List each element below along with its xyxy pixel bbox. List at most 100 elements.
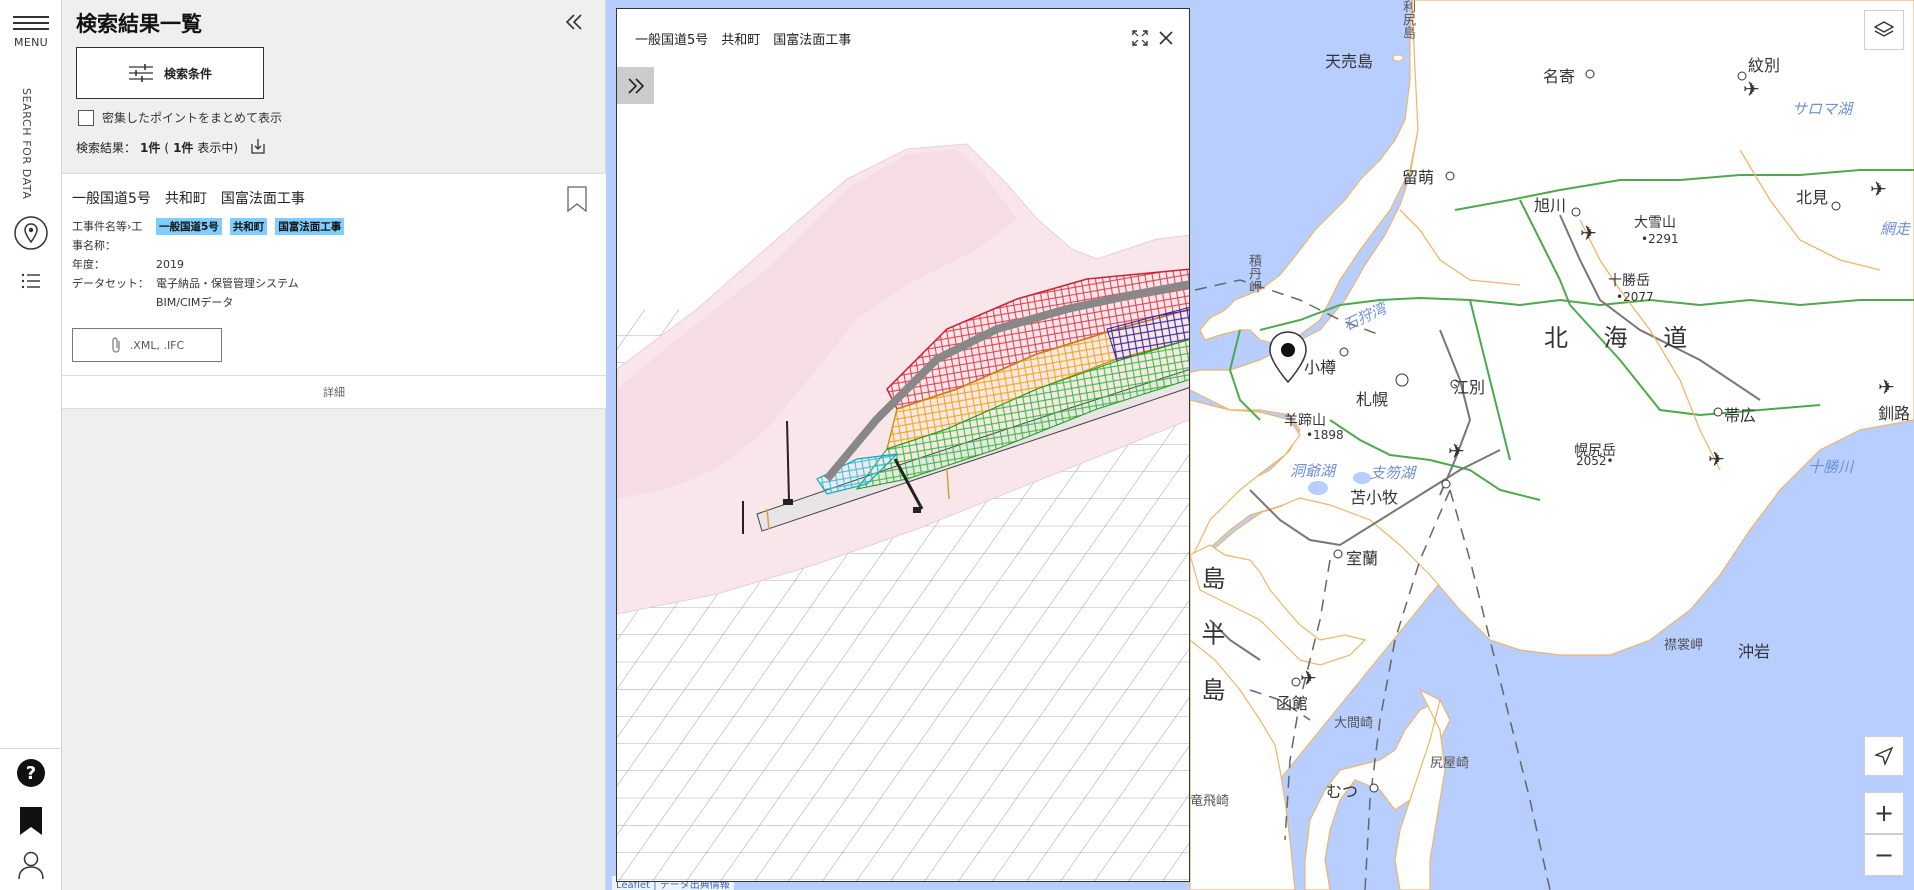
map-label-saroma: サロマ湖: [1792, 100, 1853, 118]
map-label-rishiri: 利尻島: [1400, 0, 1415, 39]
panel-title: 検索結果一覧: [76, 12, 202, 36]
help-button[interactable]: ?: [12, 754, 50, 792]
meta-dataset-row: データセット： 電子納品・保管管理システム: [72, 275, 299, 291]
zoom-in-button[interactable]: +: [1864, 792, 1904, 834]
close-viewer-button[interactable]: [1155, 27, 1177, 49]
meta-year-key: 年度：: [72, 258, 105, 271]
map-label-otaru: 小樽: [1304, 358, 1337, 377]
map-label-kushiro: 釧路: [1878, 404, 1911, 423]
map-label-daisetsu-h: •2291: [1641, 232, 1679, 246]
list-icon: [21, 273, 40, 289]
map-label-rumoi: 留萌: [1402, 168, 1435, 187]
meta-dataset-value-2: BIM/CIMデータ: [156, 296, 234, 309]
viewer-title: 一般国道5号 共和町 国富法面工事: [635, 33, 852, 48]
svg-text:✈: ✈: [1580, 221, 1597, 245]
svg-text:✈: ✈: [1300, 666, 1317, 690]
hamburger-icon: [13, 16, 49, 30]
detail-button[interactable]: 詳細: [62, 375, 606, 409]
svg-text:✈: ✈: [1878, 375, 1895, 399]
layers-icon: [1873, 21, 1895, 37]
result-bookmark-button[interactable]: [566, 186, 588, 216]
download-button[interactable]: [250, 138, 266, 157]
map-label-poroshiri-h: 2052•: [1576, 454, 1614, 468]
map-label-tokachi-r: 十勝川: [1808, 458, 1854, 476]
map-label-oshima: 島 半 島: [1197, 566, 1225, 714]
meta-name-row: 工事件名等›工 一般国道5号 共和町 国富法面工事: [72, 218, 352, 235]
svg-text:✈: ✈: [1448, 439, 1465, 463]
user-icon: [18, 851, 44, 880]
model-3d-canvas[interactable]: [617, 9, 1190, 882]
cluster-checkbox[interactable]: [78, 109, 94, 126]
meta-dataset-row-2: BIM/CIMデータ: [72, 294, 233, 310]
search-results-panel: 検索結果一覧 検索条件 密集したポイントをまとめて表示 検索結果： 1件(1件 表: [62, 0, 606, 890]
download-icon: [251, 139, 265, 154]
zoom-out-button[interactable]: −: [1864, 834, 1904, 876]
cluster-toggle-row: 密集したポイントをまとめて表示: [78, 109, 282, 126]
help-icon: ?: [17, 759, 45, 787]
double-chevron-right-icon: [627, 77, 644, 94]
result-tag: 一般国道5号: [156, 218, 222, 235]
result-count-suffix: 表示中): [197, 141, 239, 155]
navigation-arrow-icon: [1874, 746, 1894, 766]
svg-text:✈: ✈: [1708, 447, 1725, 471]
list-view-button[interactable]: [12, 262, 50, 300]
fullscreen-button[interactable]: [1129, 27, 1151, 49]
map-pin-icon: [14, 216, 48, 250]
result-count-total: 1件: [140, 141, 161, 155]
meta-name-row-cont: 事名称：: [72, 237, 116, 253]
result-count: 検索結果： 1件(1件 表示中): [76, 138, 266, 157]
search-for-data-label: SEARCH FOR DATA: [20, 88, 33, 200]
map-label-teuri: 天売島: [1325, 52, 1374, 71]
result-tag: 国富法面工事: [275, 218, 345, 235]
cluster-label: 密集したポイントをまとめて表示: [102, 111, 283, 125]
menu-button[interactable]: MENU: [8, 12, 54, 52]
bookmarks-button[interactable]: [12, 802, 50, 840]
menu-label: MENU: [14, 36, 48, 49]
search-conditions-button[interactable]: 検索条件: [76, 47, 264, 99]
collapse-panel-button[interactable]: [560, 8, 588, 36]
map-label-kitami: 北見: [1796, 188, 1829, 207]
map-label-abashiri: 網走: [1880, 220, 1911, 238]
search-conditions-label: 検索条件: [163, 66, 212, 81]
file-attachment-button[interactable]: .XML, .IFC: [72, 328, 222, 362]
map-label-okiiwa: 沖岩: [1738, 642, 1771, 661]
account-button[interactable]: [12, 846, 50, 884]
double-chevron-left-icon: [565, 14, 582, 30]
meta-name-key-cont: 事名称：: [72, 239, 116, 252]
map-label-oma: 大間崎: [1334, 716, 1374, 731]
viewer-side-toggle[interactable]: [617, 67, 654, 104]
map-view-button[interactable]: [12, 214, 50, 252]
map-label-muroran: 室蘭: [1346, 549, 1379, 568]
plus-icon: +: [1873, 799, 1895, 827]
sliders-icon: [128, 64, 153, 82]
map-label-sapporo: 札幌: [1356, 390, 1389, 409]
map-label-mutsu: むつ: [1326, 782, 1359, 801]
map-marker-icon: [1269, 331, 1307, 384]
map-label-ebetsu: 江別: [1453, 378, 1486, 397]
map-label-shiriya: 尻屋崎: [1430, 756, 1470, 771]
result-title[interactable]: 一般国道5号 共和町 国富法面工事: [72, 188, 305, 208]
map-label-tomakomai: 苫小牧: [1350, 488, 1399, 507]
minus-icon: −: [1873, 841, 1895, 869]
locate-button[interactable]: [1864, 736, 1904, 776]
close-icon: [1159, 31, 1173, 45]
result-tag: 共和町: [229, 218, 268, 235]
viewer-header: 一般国道5号 共和町 国富法面工事: [617, 9, 1189, 65]
rail-divider: [0, 748, 62, 749]
map-marker[interactable]: [1268, 330, 1308, 390]
result-card[interactable]: 一般国道5号 共和町 国富法面工事 工事件名等›工 一般国道5号 共和町 国富法面工事…: [62, 173, 606, 375]
map-label-hakodate: 函館: [1276, 694, 1309, 713]
meta-dataset-value: 電子納品・保管管理システム: [156, 277, 299, 290]
meta-dataset-key: データセット：: [72, 277, 149, 290]
paperclip-icon: [112, 337, 120, 353]
map-label-daisetsu: 大雪山: [1634, 215, 1676, 231]
left-rail: MENU SEARCH FOR DATA ?: [0, 0, 62, 890]
map-label-shakotan: 積丹岬: [1246, 254, 1261, 293]
svg-text:✈: ✈: [1870, 177, 1887, 201]
app-root: ✈ ✈ ✈ ✈ ✈ ✈ ✈ 利尻島 天売島 名寄 紋別 サロマ湖 留萌 旭川 北…: [0, 0, 1914, 890]
result-count-prefix: 検索結果：: [76, 141, 137, 155]
layers-button[interactable]: [1864, 10, 1904, 50]
map-label-monbetsu: 紋別: [1748, 56, 1781, 75]
map-label-tappi: 竜飛崎: [1190, 794, 1230, 809]
model-viewer-popup[interactable]: 一般国道5号 共和町 国富法面工事: [616, 8, 1190, 882]
